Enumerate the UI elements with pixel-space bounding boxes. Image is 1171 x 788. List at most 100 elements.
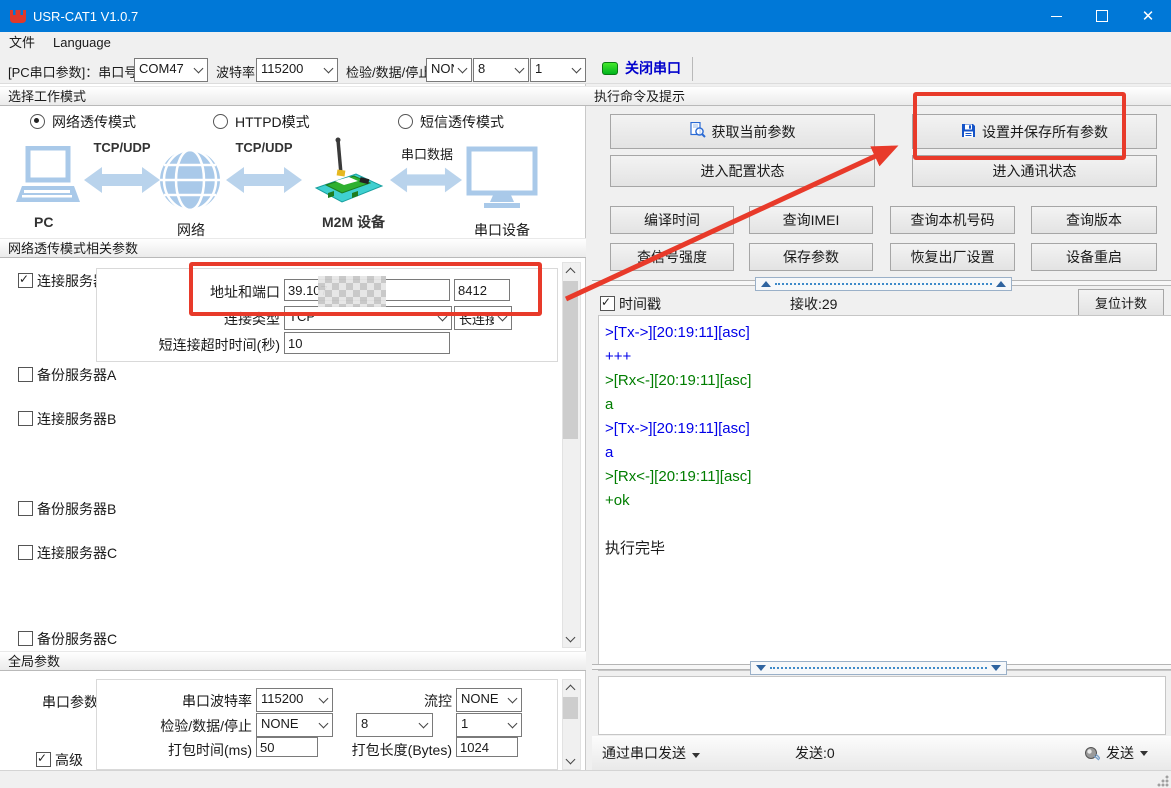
button-label: 查询版本 xyxy=(1066,210,1122,230)
usr-logo-icon xyxy=(9,9,27,24)
checkbox-backup-a-label[interactable]: 备份服务器A xyxy=(37,365,116,385)
query-version-button[interactable]: 查询版本 xyxy=(1031,206,1157,234)
menu-file[interactable]: 文件 xyxy=(0,32,44,54)
global-parity-select[interactable]: NONE xyxy=(256,713,333,737)
checkbox-backup-c-label[interactable]: 备份服务器C xyxy=(37,629,117,649)
radio-sms-mode-label[interactable]: 短信透传模式 xyxy=(420,112,504,132)
menu-language[interactable]: Language xyxy=(44,32,120,54)
device-restart-button[interactable]: 设备重启 xyxy=(1031,243,1157,271)
collapse-up-icon xyxy=(996,281,1006,287)
scroll-up-icon[interactable] xyxy=(563,263,578,279)
maximize-button[interactable] xyxy=(1079,0,1125,32)
radio-httpd-mode[interactable] xyxy=(213,114,228,129)
global-databits-select[interactable]: 8 xyxy=(356,713,433,737)
checkbox-advanced-label[interactable]: 高级 xyxy=(55,750,83,770)
splitter-handle[interactable] xyxy=(755,277,1012,291)
scroll-down-icon[interactable] xyxy=(563,753,578,769)
save-params-button[interactable]: 保存参数 xyxy=(749,243,873,271)
baud-select[interactable]: 115200 xyxy=(256,58,338,82)
caret-down-icon xyxy=(692,753,700,758)
conn-type-label: 连接类型 xyxy=(200,309,280,329)
global-stopbits-select[interactable]: 1 xyxy=(456,713,522,737)
log-line: >[Rx<-][20:19:11][asc] xyxy=(605,465,1171,489)
conn-type-select[interactable]: TCP xyxy=(284,306,452,330)
parity-select[interactable]: NONI xyxy=(426,58,472,82)
radio-sms-mode[interactable] xyxy=(398,114,413,129)
pack-time-label: 打包时间(ms) xyxy=(150,740,252,760)
double-arrow-icon xyxy=(226,164,302,199)
double-arrow-icon xyxy=(390,164,462,199)
resize-grip[interactable] xyxy=(1157,775,1169,787)
short-conn-timeout-input[interactable] xyxy=(284,332,450,354)
status-bar xyxy=(0,770,1171,788)
button-label: 查询IMEI xyxy=(783,210,840,230)
radio-httpd-mode-label[interactable]: HTTPD模式 xyxy=(235,112,310,132)
checkbox-server-a[interactable] xyxy=(18,273,33,288)
checkbox-timestamp[interactable] xyxy=(600,296,615,311)
checkbox-server-c-label[interactable]: 连接服务器C xyxy=(37,543,117,563)
query-number-button[interactable]: 查询本机号码 xyxy=(890,206,1015,234)
get-params-button[interactable]: 获取当前参数 xyxy=(610,114,875,149)
button-label: 查信号强度 xyxy=(637,247,707,267)
stopbits-select[interactable]: 1 xyxy=(530,58,586,82)
reset-count-button[interactable]: 复位计数 xyxy=(1078,289,1164,316)
server-port-input[interactable] xyxy=(454,279,510,301)
pack-len-input[interactable] xyxy=(456,737,518,757)
pack-time-input[interactable] xyxy=(256,737,318,757)
global-baud-select[interactable]: 115200 xyxy=(256,688,333,712)
checkbox-timestamp-label[interactable]: 时间戳 xyxy=(619,294,661,314)
recv-count: 接收:29 xyxy=(790,294,837,314)
scroll-up-icon[interactable] xyxy=(563,680,578,696)
compile-time-button[interactable]: 编译时间 xyxy=(610,206,734,234)
checkbox-backup-a[interactable] xyxy=(18,367,33,382)
splitter-handle[interactable] xyxy=(750,661,1007,675)
send-label: 发送 xyxy=(1106,743,1134,763)
checkbox-backup-c[interactable] xyxy=(18,631,33,646)
global-params-scrollbar[interactable] xyxy=(562,679,581,770)
databits-select[interactable]: 8 xyxy=(473,58,529,82)
send-text-area[interactable] xyxy=(598,676,1166,735)
checkbox-backup-b-label[interactable]: 备份服务器B xyxy=(37,499,116,519)
checkbox-server-b-label[interactable]: 连接服务器B xyxy=(37,409,116,429)
send-bar: 通过串口发送 发送:0 发送 xyxy=(592,736,1171,770)
collapse-up-icon xyxy=(761,281,771,287)
via-serial-dropdown[interactable]: 通过串口发送 xyxy=(602,743,700,763)
chevron-down-icon xyxy=(434,307,451,329)
radio-net-mode-label[interactable]: 网络透传模式 xyxy=(52,112,136,132)
checkbox-backup-b[interactable] xyxy=(18,501,33,516)
checkbox-advanced[interactable] xyxy=(36,752,51,767)
query-imei-button[interactable]: 查询IMEI xyxy=(749,206,873,234)
com-port-select[interactable]: COM47 xyxy=(134,58,208,82)
global-params-header: 全局参数 xyxy=(0,651,586,671)
pc-laptop-icon xyxy=(12,146,82,215)
scroll-down-icon[interactable] xyxy=(563,631,578,647)
checkbox-server-b[interactable] xyxy=(18,411,33,426)
log-line: +++ xyxy=(605,345,1171,369)
addr-label: 地址和端口 xyxy=(160,282,280,302)
search-doc-icon xyxy=(690,122,706,141)
close-button[interactable]: ✕ xyxy=(1125,0,1171,32)
tcp-udp-label-2: TCP/UDP xyxy=(224,140,304,155)
net-params-scrollbar[interactable] xyxy=(562,262,581,648)
network-globe-icon xyxy=(158,148,222,215)
serial-group-label: 串口参数 xyxy=(40,692,98,712)
chevron-down-icon xyxy=(511,59,528,81)
checkbox-server-c[interactable] xyxy=(18,545,33,560)
factory-reset-button[interactable]: 恢复出厂设置 xyxy=(890,243,1015,271)
send-button[interactable]: 发送 xyxy=(1084,743,1148,763)
flow-ctrl-select[interactable]: NONE xyxy=(456,688,522,712)
scrollbar-thumb[interactable] xyxy=(563,281,578,439)
log-area[interactable]: >[Tx->][20:19:11][asc] +++ >[Rx<-][20:19… xyxy=(598,315,1171,671)
minimize-button[interactable] xyxy=(1033,0,1079,32)
enter-comm-button[interactable]: 进入通讯状态 xyxy=(912,155,1157,187)
set-save-params-button[interactable]: 设置并保存所有参数 xyxy=(912,114,1157,149)
radio-net-mode[interactable] xyxy=(30,114,45,129)
enter-config-button[interactable]: 进入配置状态 xyxy=(610,155,875,187)
close-port-button[interactable]: 关闭串口 xyxy=(602,58,681,78)
query-signal-button[interactable]: 查信号强度 xyxy=(610,243,734,271)
scrollbar-thumb[interactable] xyxy=(563,697,578,719)
log-line: a xyxy=(605,441,1171,465)
conn-mode-select[interactable]: 长连接 xyxy=(454,306,512,330)
toolbar-separator xyxy=(692,57,693,81)
double-arrow-icon xyxy=(84,164,160,199)
